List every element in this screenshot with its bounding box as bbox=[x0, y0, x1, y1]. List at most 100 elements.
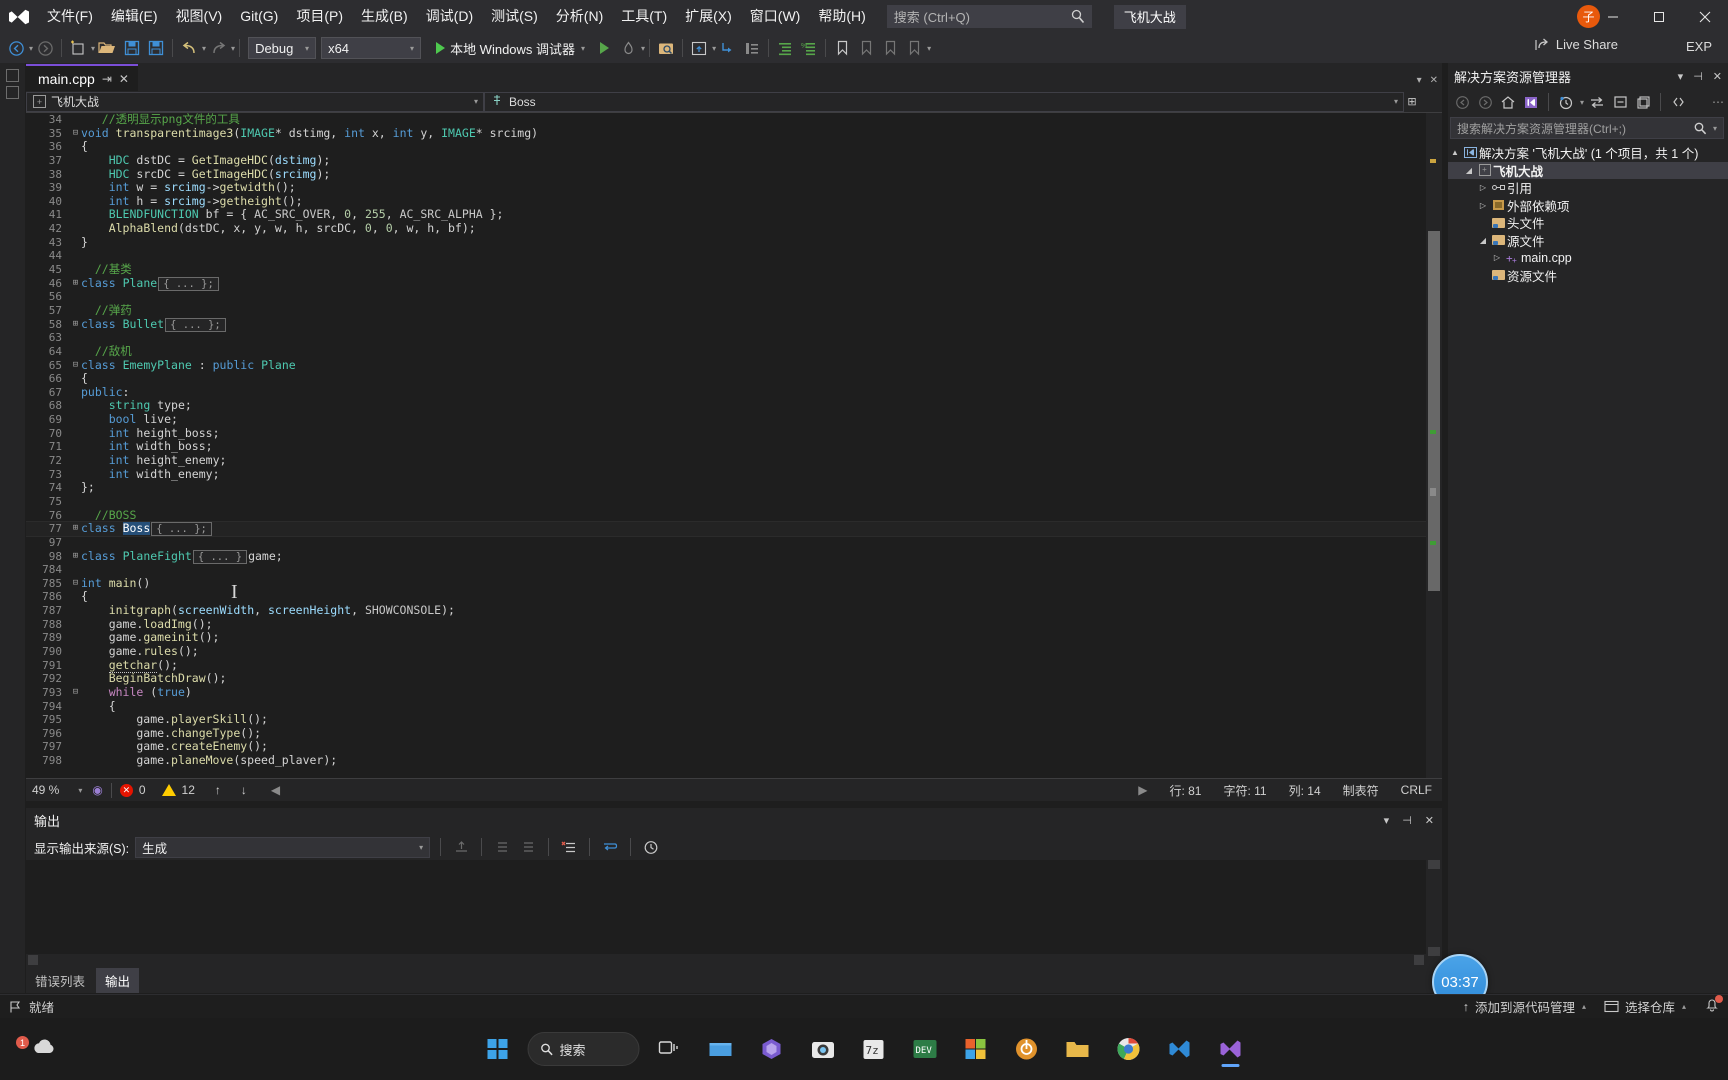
fold-toggle-icon[interactable] bbox=[70, 372, 81, 386]
comment-icon[interactable]: % bbox=[797, 35, 821, 61]
fold-toggle-icon[interactable] bbox=[70, 413, 81, 427]
output-source-combo[interactable]: 生成 ▾ bbox=[135, 836, 431, 858]
file-explorer-icon[interactable] bbox=[700, 1028, 742, 1070]
nav-back-icon[interactable] bbox=[1452, 92, 1472, 112]
new-project-icon[interactable] bbox=[66, 35, 90, 61]
fold-toggle-icon[interactable] bbox=[70, 618, 81, 632]
code-line[interactable]: 790 game.rules(); bbox=[26, 644, 1442, 659]
fold-toggle-icon[interactable] bbox=[70, 331, 81, 345]
expand-status-icon[interactable]: ▶ bbox=[1138, 783, 1147, 797]
code-line[interactable]: 793 ⊟ while (true) bbox=[26, 685, 1442, 700]
7zip-icon[interactable]: 7z bbox=[853, 1028, 895, 1070]
menu-extensions[interactable]: 扩展(X) bbox=[676, 0, 741, 33]
code-line[interactable]: 35 ⊟ void transparentimage3(IMAGE* dstimg,… bbox=[26, 126, 1442, 141]
vscode-icon[interactable] bbox=[1159, 1028, 1201, 1070]
collapse-issues-icon[interactable]: ◀ bbox=[271, 783, 280, 797]
output-close-icon[interactable]: ✕ bbox=[1425, 814, 1434, 827]
split-editor-icon[interactable]: ⊞ bbox=[1404, 95, 1420, 108]
tree-expander-icon[interactable]: ◢ bbox=[1476, 236, 1490, 245]
se-overflow-icon[interactable]: ⋯ bbox=[1712, 95, 1724, 109]
prev-bookmark-icon[interactable] bbox=[878, 35, 902, 61]
solution-explorer-search-input[interactable]: 搜索解决方案资源管理器(Ctrl+;) ▾ bbox=[1450, 117, 1724, 139]
toggle-word-wrap-icon[interactable] bbox=[600, 837, 620, 857]
tree-expander-icon[interactable]: ▷ bbox=[1476, 183, 1490, 192]
menu-build[interactable]: 生成(B) bbox=[352, 0, 417, 33]
code-line[interactable]: 72 int height_enemy; bbox=[26, 453, 1442, 468]
tree-expander-icon[interactable]: ▷ bbox=[1476, 201, 1490, 210]
fold-toggle-icon[interactable] bbox=[70, 304, 81, 318]
code-line[interactable]: 75 bbox=[26, 495, 1442, 509]
fold-toggle-icon[interactable] bbox=[70, 236, 81, 250]
fold-toggle-icon[interactable] bbox=[70, 563, 81, 577]
fold-toggle-icon[interactable] bbox=[70, 249, 81, 263]
output-pin-icon[interactable]: ⊣ bbox=[1402, 814, 1412, 827]
fold-toggle-icon[interactable] bbox=[70, 386, 81, 400]
visual-studio-taskbar-icon[interactable] bbox=[1210, 1028, 1252, 1070]
fold-toggle-icon[interactable] bbox=[70, 140, 81, 154]
code-line[interactable]: 56 bbox=[26, 290, 1442, 304]
indent-mode[interactable]: 制表符 bbox=[1343, 782, 1379, 799]
menu-edit[interactable]: 编辑(E) bbox=[102, 0, 167, 33]
navigate-forward-icon[interactable] bbox=[33, 35, 57, 61]
chrome-icon[interactable] bbox=[1108, 1028, 1150, 1070]
code-line[interactable]: 785 ⊟ int main() bbox=[26, 576, 1442, 591]
code-line[interactable]: 789 game.gameinit(); bbox=[26, 631, 1442, 645]
tree-expander-icon[interactable]: ▷ bbox=[1490, 253, 1504, 262]
fold-toggle-icon[interactable] bbox=[70, 195, 81, 209]
fold-toggle-icon[interactable] bbox=[70, 481, 81, 495]
code-line[interactable]: 65 ⊟ class EmemyPlane : public Plane bbox=[26, 358, 1442, 373]
widgets-weather-icon[interactable]: 1 bbox=[16, 1028, 66, 1070]
fold-toggle-icon[interactable] bbox=[70, 631, 81, 645]
close-document-group-icon[interactable]: ✕ bbox=[1430, 75, 1438, 86]
fold-toggle-icon[interactable] bbox=[70, 590, 81, 604]
menu-help[interactable]: 帮助(H) bbox=[809, 0, 874, 33]
app-circle-icon[interactable] bbox=[1006, 1028, 1048, 1070]
code-line[interactable]: 39 int w = srcimg->getwidth(); bbox=[26, 180, 1442, 195]
task-view-icon[interactable] bbox=[649, 1028, 691, 1070]
nav-forward-icon[interactable] bbox=[1475, 92, 1495, 112]
fold-toggle-icon[interactable] bbox=[70, 113, 81, 127]
solution-view-icon[interactable] bbox=[1521, 92, 1541, 112]
fold-toggle-icon[interactable] bbox=[70, 659, 81, 673]
exp-badge[interactable]: EXP bbox=[1678, 37, 1720, 56]
fold-toggle-icon[interactable] bbox=[70, 604, 81, 618]
menu-test[interactable]: 测试(S) bbox=[482, 0, 547, 33]
hot-reload-dropdown-icon[interactable]: ▾ bbox=[641, 44, 645, 53]
navigate-back-icon[interactable] bbox=[4, 35, 28, 61]
step-into-icon[interactable] bbox=[716, 35, 740, 61]
go-to-next-message-icon[interactable] bbox=[518, 837, 538, 857]
pending-changes-icon[interactable] bbox=[1556, 92, 1576, 112]
global-search-input[interactable]: 搜索 (Ctrl+Q) bbox=[886, 5, 1092, 28]
code-line[interactable]: 784 bbox=[26, 563, 1442, 577]
pending-changes-dropdown-icon[interactable]: ▾ bbox=[1580, 98, 1584, 107]
server-explorer-tab-icon[interactable] bbox=[6, 86, 19, 99]
fold-toggle-icon[interactable] bbox=[70, 168, 81, 182]
properties-icon[interactable] bbox=[1668, 92, 1688, 112]
code-line[interactable]: 786 { bbox=[26, 590, 1442, 604]
dev-app-icon[interactable]: DEV bbox=[904, 1028, 946, 1070]
zoom-level-combo[interactable]: 49 % ▾ bbox=[32, 783, 90, 797]
se-search-options-icon[interactable]: ▾ bbox=[1713, 124, 1717, 133]
code-line[interactable]: 74}; bbox=[26, 481, 1442, 495]
configuration-combo[interactable]: Debug ▾ bbox=[248, 37, 317, 59]
fold-toggle-icon[interactable] bbox=[70, 672, 81, 686]
show-timestamps-icon[interactable] bbox=[641, 837, 661, 857]
tab-output[interactable]: 输出 bbox=[96, 968, 140, 993]
code-line[interactable]: 42 AlphaBlend(dstDC, x, y, w, h, srcDC, … bbox=[26, 221, 1442, 236]
toolbar-overflow-icon[interactable]: ▾ bbox=[927, 44, 931, 53]
fold-toggle-icon[interactable] bbox=[70, 713, 81, 727]
output-scroll-right-button[interactable] bbox=[1414, 955, 1424, 965]
pin-icon[interactable]: ⇥ bbox=[102, 72, 112, 86]
live-share-button[interactable]: Live Share bbox=[1534, 37, 1618, 52]
output-scroll-down-button[interactable] bbox=[1428, 947, 1440, 956]
code-line[interactable]: 57 //弹药 bbox=[26, 303, 1442, 318]
find-message-icon[interactable] bbox=[451, 837, 471, 857]
save-icon[interactable] bbox=[120, 35, 144, 61]
fold-toggle-icon[interactable] bbox=[70, 645, 81, 659]
code-line[interactable]: 787 initgraph(screenWidth, screenHeight,… bbox=[26, 603, 1442, 618]
fold-toggle-icon[interactable]: ⊟ bbox=[70, 127, 81, 141]
code-line[interactable]: 63 bbox=[26, 331, 1442, 345]
output-text-area[interactable] bbox=[26, 860, 1426, 955]
tree-expander-icon[interactable]: ◢ bbox=[1462, 166, 1476, 175]
fold-toggle-icon[interactable] bbox=[70, 290, 81, 304]
